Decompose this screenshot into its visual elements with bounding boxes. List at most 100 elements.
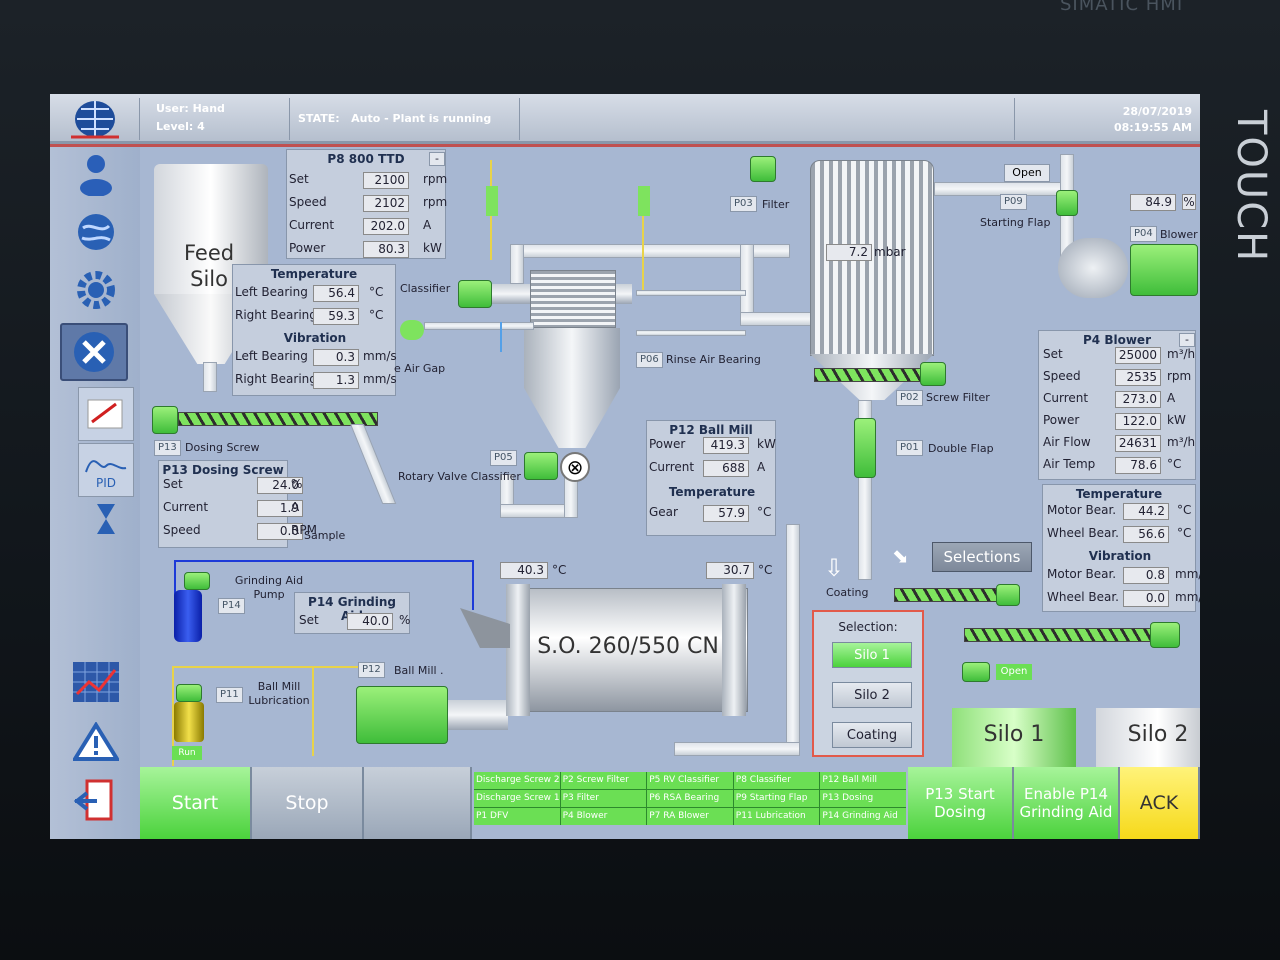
p14-motor[interactable]: [184, 572, 210, 590]
header-bar: User: Hand Level: 4 STATE: Auto - Plant …: [50, 94, 1200, 144]
p04-tag: P04: [1130, 226, 1157, 242]
coating-arrow-icon: ⇩: [824, 554, 845, 582]
classifier-temp-panel: Temperature Left Bearing 56.4 °C Right Bear…: [232, 264, 397, 396]
field-value: 56.4: [313, 285, 359, 302]
hourglass-icon: [97, 504, 115, 534]
rotary-valve-label: Rotary Valve Classifier: [398, 470, 521, 483]
status-cell: P6 RSA Bearing: [647, 790, 733, 807]
blower-motor[interactable]: [1130, 244, 1198, 296]
ack-button[interactable]: ACK: [1120, 767, 1200, 839]
select-silo-1-button[interactable]: Silo 1: [832, 642, 912, 668]
trend-edit-button[interactable]: [78, 387, 134, 441]
stop-button[interactable]: Stop: [252, 767, 364, 839]
pid-button[interactable]: PID: [78, 443, 134, 497]
mill-inlet: [460, 608, 510, 648]
ball-mill-lub-label: Ball Mill Lubrication: [248, 680, 310, 707]
maintenance-button[interactable]: [60, 323, 128, 381]
selections-button[interactable]: Selections: [932, 542, 1032, 572]
trend-button[interactable]: [68, 657, 124, 707]
field-value: 40.0: [347, 613, 393, 630]
field-unit: rpm: [1167, 369, 1192, 383]
p13-start-dosing-button[interactable]: P13 Start Dosing: [908, 767, 1014, 839]
logout-button[interactable]: [68, 775, 124, 825]
select-silo-2-button[interactable]: Silo 2: [832, 682, 912, 708]
filter-motor[interactable]: [750, 156, 776, 182]
field-unit: mm/s: [1175, 590, 1200, 604]
status-cell: P14 Grinding Aid: [820, 808, 906, 825]
field-unit: °C: [369, 285, 384, 299]
field-value: 56.6: [1123, 526, 1169, 543]
p13-motor[interactable]: [152, 406, 178, 434]
p13-tag: P13: [154, 440, 181, 456]
field-value: 273.0: [1115, 391, 1161, 408]
p4-collapse-button[interactable]: -: [1179, 333, 1195, 347]
blower-housing: [1058, 238, 1128, 298]
dosing-screw: [178, 412, 378, 426]
rotary-valve-motor[interactable]: [524, 452, 558, 480]
field-unit: A: [1167, 391, 1176, 405]
hourglass-button[interactable]: [78, 499, 134, 539]
p13-panel: P13 Dosing Screw Set 24.0% Current 1.9 A Spee…: [158, 460, 317, 548]
ball-mill-motor[interactable]: [356, 686, 448, 744]
state-label: STATE:: [298, 112, 340, 125]
date: 28/07/2019: [1122, 105, 1192, 118]
field-value: 0.3: [313, 349, 359, 366]
enable-p14-grinding-aid-button[interactable]: Enable P14 Grinding Aid: [1014, 767, 1120, 839]
silo-screw: [964, 628, 1154, 642]
select-coating-button[interactable]: Coating: [832, 722, 912, 748]
air-gap-blower[interactable]: [400, 320, 424, 340]
status-cell: P7 RA Blower: [647, 808, 733, 825]
double-flap-valve[interactable]: [854, 418, 876, 478]
p8-collapse-button[interactable]: -: [429, 152, 445, 166]
p11-motor[interactable]: [176, 684, 202, 702]
filter-label: Filter: [762, 198, 790, 211]
classifier-motor[interactable]: [458, 280, 492, 308]
field-label: Wheel Bear.: [1047, 590, 1119, 604]
alarms-button[interactable]: [68, 717, 124, 767]
silo-screw-motor[interactable]: [1150, 622, 1180, 648]
field-value: 78.6: [1115, 457, 1161, 474]
starting-flap-valve[interactable]: [1056, 190, 1078, 216]
field-unit: rpm: [423, 172, 448, 186]
starting-flap-label: Starting Flap: [980, 216, 1051, 229]
feed-chute: [350, 424, 397, 504]
lubrication-tank: [174, 702, 204, 742]
field-unit: A: [291, 500, 300, 514]
p02-motor[interactable]: [920, 362, 946, 386]
silo-1-label: Silo 1: [983, 722, 1045, 747]
field-unit: A: [423, 218, 432, 232]
field-unit: mm/s: [363, 372, 397, 386]
field-value: 2100: [363, 172, 409, 189]
start-button[interactable]: Start: [140, 767, 252, 839]
field-value: 419.3: [703, 437, 749, 454]
globe-button[interactable]: [68, 207, 124, 257]
field-value: 688: [703, 460, 749, 477]
p09-tag: P09: [1000, 194, 1027, 210]
user-icon: [80, 155, 112, 196]
bottom-blank-button[interactable]: [364, 767, 472, 839]
field-label: Speed: [289, 195, 327, 209]
field-unit: %: [291, 477, 303, 491]
silo-valve[interactable]: [962, 662, 990, 682]
starting-flap-open-button[interactable]: Open: [1004, 164, 1050, 182]
user-button[interactable]: [68, 149, 124, 199]
field-unit: m³/h: [1167, 347, 1196, 361]
field-label: Wheel Bear.: [1047, 526, 1119, 540]
lubrication-line: [172, 666, 372, 668]
status-cell: Discharge Screw 2: [474, 772, 560, 789]
coating-label: Coating: [826, 586, 869, 599]
selection-panel: Selection: Silo 1 Silo 2 Coating: [812, 610, 924, 757]
p8-title: P8 800 TTD: [327, 152, 405, 166]
field-value: 202.0: [363, 218, 409, 235]
field-unit: °C: [1177, 526, 1192, 540]
field-value: 1.3: [313, 372, 359, 389]
field-value: 2535: [1115, 369, 1161, 386]
p4-temp-title: Temperature: [1075, 487, 1163, 501]
classifier-label: Classifier: [400, 282, 451, 295]
p4-temp-panel: Temperature Motor Bear. 44.2 °C Wheel Bear.…: [1042, 484, 1200, 612]
field-label: Set: [299, 613, 319, 627]
distribution-motor[interactable]: [996, 584, 1020, 606]
settings-button[interactable]: [68, 265, 124, 315]
field-value: 0.0: [1123, 590, 1169, 607]
pid-curve-icon: [85, 460, 127, 473]
